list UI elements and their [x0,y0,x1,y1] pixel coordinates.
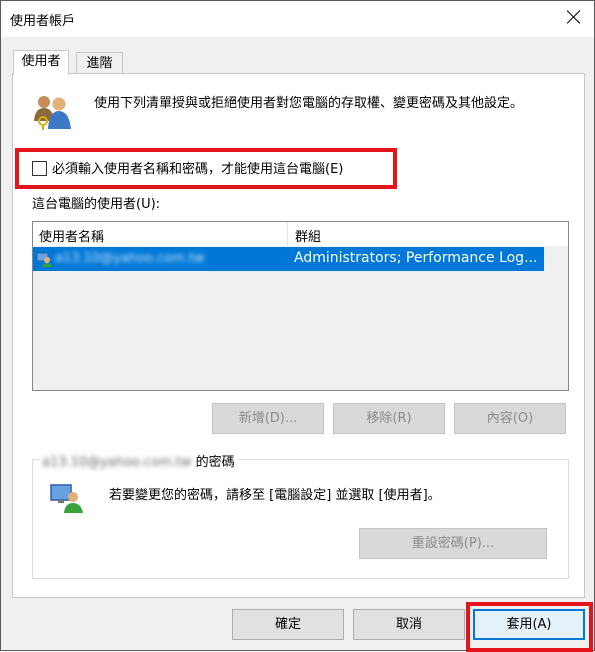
user-accounts-dialog: 使用者帳戶 使用者 進階 使用下列清單授與或拒絕使用者對您電腦的存取權、變更密碼… [0,0,595,652]
tab-advanced[interactable]: 進階 [76,52,123,75]
column-separator[interactable] [287,222,288,246]
column-header-username[interactable]: 使用者名稱 [39,226,104,245]
tab-advanced-label: 進階 [86,56,113,71]
tab-users-label: 使用者 [21,54,61,69]
list-header: 使用者名稱 群組 [33,222,568,246]
window-title: 使用者帳戶 [10,14,76,29]
tab-users[interactable]: 使用者 [13,50,69,75]
user-password-icon [50,484,83,513]
users-icon [34,96,71,130]
table-row[interactable]: a13.10@yahoo.com.tw Administrators; Perf… [33,247,544,271]
title-bar: 使用者帳戶 [1,1,594,37]
column-header-groups[interactable]: 群組 [295,226,321,245]
require-login-label[interactable]: 必須輸入使用者名稱和密碼，才能使用這台電腦(E) [52,158,343,177]
password-instructions: 若要變更您的密碼，請移至 [電腦設定] 並選取 [使用者]。 [109,488,441,503]
password-group-suffix: 的密碼 [195,455,235,470]
user-groups-cell: Administrators; Performance Log... [294,250,538,266]
properties-button[interactable]: 內容(O) [454,403,566,434]
password-user-name: a13.10@yahoo.com.tw [42,455,192,470]
remove-user-button[interactable]: 移除(R) [333,403,445,434]
reset-password-button[interactable]: 重設密碼(P)... [359,528,547,559]
ok-button[interactable]: 確定 [232,609,344,640]
cancel-button[interactable]: 取消 [353,609,465,640]
users-list-label: 這台電腦的使用者(U): [32,197,161,212]
close-icon[interactable] [564,7,584,27]
password-group [32,459,569,579]
user-icon [36,252,52,267]
password-group-title: a13.10@yahoo.com.tw 的密碼 [39,451,238,470]
users-list[interactable]: 使用者名稱 群組 a13.10@yahoo.com.tw Administrat… [32,221,569,391]
add-user-button[interactable]: 新增(D)... [212,403,324,434]
apply-highlight [466,602,593,652]
require-login-checkbox[interactable] [32,161,47,176]
intro-text: 使用下列清單授與或拒絕使用者對您電腦的存取權、變更密碼及其他設定。 [94,96,524,111]
user-name-cell: a13.10@yahoo.com.tw [55,251,205,266]
